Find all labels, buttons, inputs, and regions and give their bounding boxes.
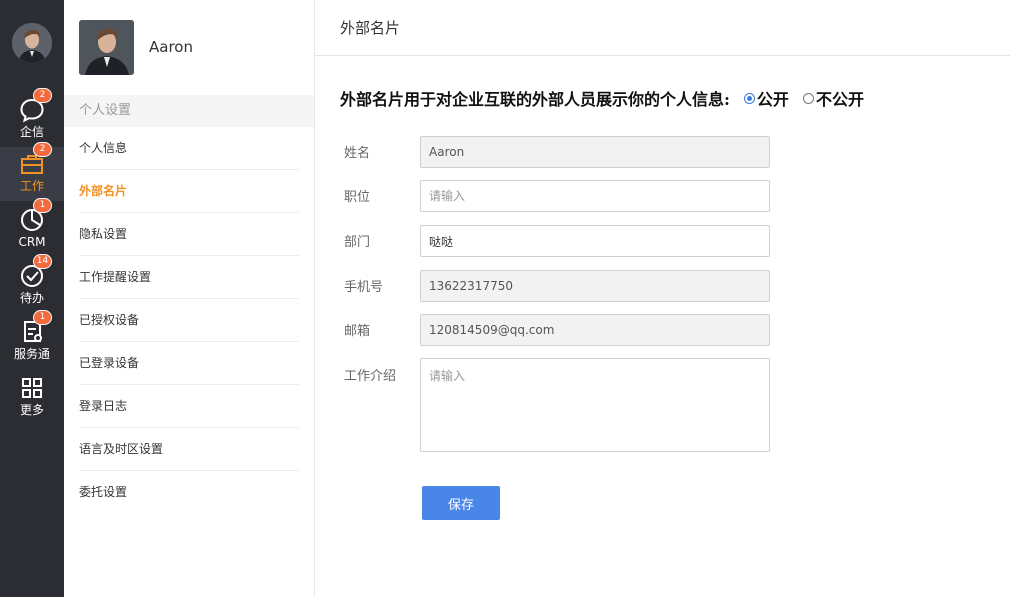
phone-field	[420, 270, 770, 302]
rail-item-label: 工作	[19, 179, 44, 193]
page-title: 外部名片	[315, 0, 1010, 56]
profile-name: Aaron	[149, 38, 193, 56]
menu-item-work-reminder[interactable]: 工作提醒设置	[64, 256, 314, 299]
menu-item-delegation[interactable]: 委托设置	[64, 471, 314, 514]
radio-public-circle[interactable]	[743, 92, 755, 104]
menu-item-external-card[interactable]: 外部名片	[64, 170, 314, 213]
position-field[interactable]	[420, 180, 770, 212]
avatar-image	[12, 23, 52, 63]
check-circle-icon: 14	[19, 254, 52, 289]
email-field	[420, 314, 770, 346]
position-label: 职位	[344, 190, 371, 205]
briefcase-icon: 2	[19, 142, 52, 177]
rail-item-more[interactable]: 更多	[0, 371, 64, 425]
radio-private-label: 不公开	[815, 90, 864, 109]
profile-photo	[79, 20, 134, 75]
rail-item-work[interactable]: 2 工作	[0, 142, 64, 201]
email-label: 邮箱	[344, 324, 371, 339]
department-label: 部门	[344, 235, 371, 250]
rail-item-label: CRM	[18, 235, 46, 249]
name-label: 姓名	[344, 146, 371, 161]
chat-bubble-icon: 2	[19, 88, 52, 123]
rail-item-service[interactable]: 1 服务通	[0, 310, 64, 369]
rail-item-label: 更多	[19, 403, 44, 417]
menu-item-login-log[interactable]: 登录日志	[64, 385, 314, 428]
app-rail: 2 企信 2 工作 1 CRM 14 待办 1 服务通 更多	[0, 0, 64, 597]
rail-item-label: 服务通	[13, 347, 50, 361]
rail-badge: 2	[33, 88, 52, 103]
grid-icon	[19, 375, 45, 401]
settings-panel: Aaron 个人设置 个人信息 外部名片 隐私设置 工作提醒设置 已授权设备 已…	[64, 0, 315, 597]
notice-text: 外部名片用于对企业互联的外部人员展示你的个人信息:	[340, 90, 730, 109]
save-button[interactable]: 保存	[422, 486, 500, 520]
menu-item-logged-in-devices[interactable]: 已登录设备	[64, 342, 314, 385]
pie-chart-icon: 1	[19, 198, 52, 233]
menu-item-privacy[interactable]: 隐私设置	[64, 213, 314, 256]
department-field[interactable]	[420, 225, 770, 257]
menu-item-authorized-devices[interactable]: 已授权设备	[64, 299, 314, 342]
menu-item-personal-info[interactable]: 个人信息	[64, 127, 314, 170]
rail-item-todo[interactable]: 14 待办	[0, 254, 64, 313]
rail-item-label: 企信	[19, 125, 44, 139]
menu-item-language-timezone[interactable]: 语言及时区设置	[64, 428, 314, 471]
rail-item-label: 待办	[19, 291, 44, 305]
rail-badge: 1	[33, 310, 52, 325]
rail-badge: 14	[33, 254, 52, 269]
name-field	[420, 136, 770, 168]
rail-item-crm[interactable]: 1 CRM	[0, 198, 64, 257]
radio-public[interactable]: 公开	[743, 86, 789, 110]
user-avatar[interactable]	[12, 23, 52, 63]
settings-menu: 个人信息 外部名片 隐私设置 工作提醒设置 已授权设备 已登录设备 登录日志 语…	[64, 127, 314, 514]
section-title: 个人设置	[64, 95, 314, 127]
main-content: 外部名片 外部名片用于对企业互联的外部人员展示你的个人信息: 公开 不公开 姓名…	[315, 0, 1010, 597]
intro-textarea[interactable]	[420, 358, 770, 452]
intro-label: 工作介绍	[344, 369, 397, 384]
rail-badge: 1	[33, 198, 52, 213]
service-icon: 1	[19, 310, 52, 345]
phone-label: 手机号	[344, 280, 384, 295]
radio-private[interactable]: 不公开	[802, 86, 864, 110]
radio-private-circle[interactable]	[802, 92, 814, 104]
rail-badge: 2	[33, 142, 52, 157]
rail-item-messaging[interactable]: 2 企信	[0, 88, 64, 147]
radio-public-label: 公开	[756, 90, 789, 109]
visibility-notice: 外部名片用于对企业互联的外部人员展示你的个人信息: 公开 不公开	[340, 86, 864, 110]
